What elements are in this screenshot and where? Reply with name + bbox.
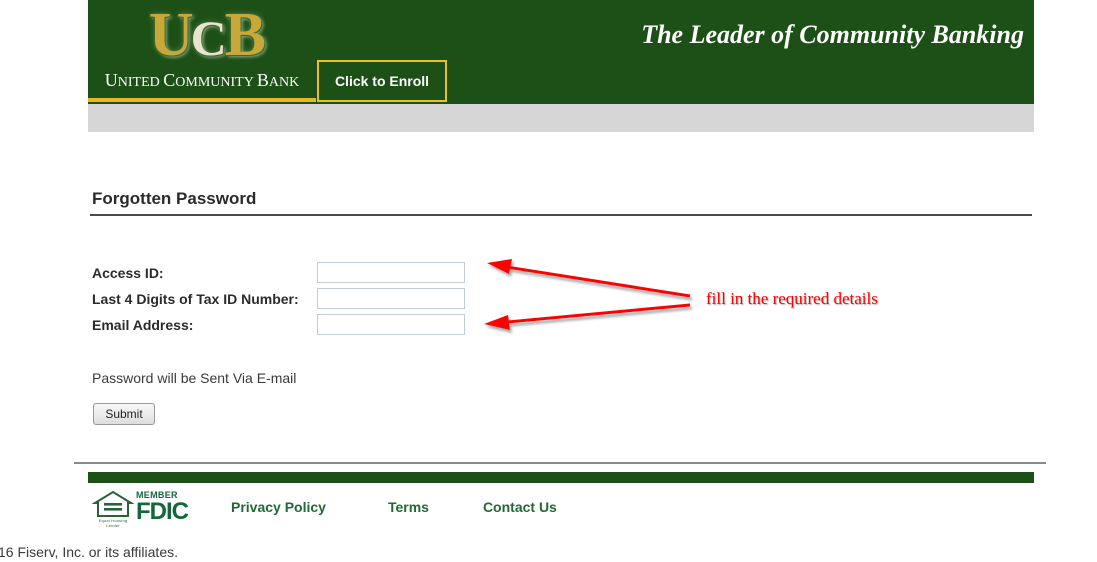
logo-gold-underline	[88, 98, 316, 102]
monogram-letter-b: B	[224, 1, 266, 69]
wordmark-u: U	[104, 70, 118, 90]
email-label: Email Address:	[92, 317, 194, 333]
bank-name-wordmark: UNITED COMMUNITY BANK	[88, 70, 316, 93]
copyright-text: 16 Fiserv, Inc. or its affiliates.	[0, 544, 178, 560]
monogram-letter-c: C	[190, 10, 227, 66]
footer-link-contact-us[interactable]: Contact Us	[483, 499, 557, 515]
wordmark-c: C	[163, 70, 176, 90]
monogram-letter-u: U	[148, 1, 194, 69]
footer-divider	[74, 462, 1046, 464]
tax-id-label: Last 4 Digits of Tax ID Number:	[92, 291, 299, 307]
footer-link-privacy-policy[interactable]: Privacy Policy	[231, 499, 326, 515]
fdic-text: FDIC	[136, 498, 189, 525]
wordmark-community: OMMUNITY	[175, 75, 257, 90]
arrow-line-top	[499, 264, 691, 298]
equal-housing-lender-label: Equal Housing Lender	[98, 518, 128, 528]
submit-button[interactable]: Submit	[93, 403, 155, 425]
house-glyph	[91, 490, 135, 517]
equal-housing-lender-icon: Equal Housing Lender	[91, 489, 135, 529]
form-row-access-id: Access ID:	[92, 262, 492, 288]
access-id-input[interactable]	[317, 262, 465, 283]
form-row-tax-id: Last 4 Digits of Tax ID Number:	[92, 288, 492, 314]
form-row-email: Email Address:	[92, 314, 492, 340]
footer-links: Privacy Policy Terms Contact Us	[231, 499, 557, 519]
footer-badges: Equal Housing Lender MEMBER FDIC	[91, 489, 202, 529]
title-divider	[90, 214, 1032, 216]
click-to-enroll-button[interactable]: Click to Enroll	[317, 60, 447, 102]
member-fdic-icon: MEMBER FDIC	[136, 490, 198, 528]
header-tagline: The Leader of Community Banking	[641, 20, 1024, 49]
site-header: UCB UNITED COMMUNITY BANK Click to Enrol…	[88, 0, 1034, 104]
arrow-group	[484, 259, 691, 330]
bank-logo: UCB UNITED COMMUNITY BANK	[88, 0, 316, 104]
page-title: Forgotten Password	[92, 189, 257, 208]
password-delivery-notice: Password will be Sent Via E-mail	[92, 370, 297, 386]
tax-id-input[interactable]	[317, 288, 465, 309]
wordmark-bank: ANK	[268, 75, 300, 90]
wordmark-b: B	[256, 70, 269, 90]
annotation-text: fill in the required details	[706, 289, 878, 308]
header-secondary-bar	[88, 104, 1034, 132]
footer-green-bar	[88, 472, 1034, 483]
access-id-label: Access ID:	[92, 265, 164, 281]
arrow-line-bottom	[496, 303, 691, 325]
email-input[interactable]	[317, 314, 465, 335]
ucb-monogram-icon: UCB	[146, 4, 266, 66]
wordmark-united: NITED	[117, 75, 164, 90]
forgotten-password-form: Access ID: Last 4 Digits of Tax ID Numbe…	[92, 262, 492, 340]
footer-link-terms[interactable]: Terms	[388, 499, 429, 515]
